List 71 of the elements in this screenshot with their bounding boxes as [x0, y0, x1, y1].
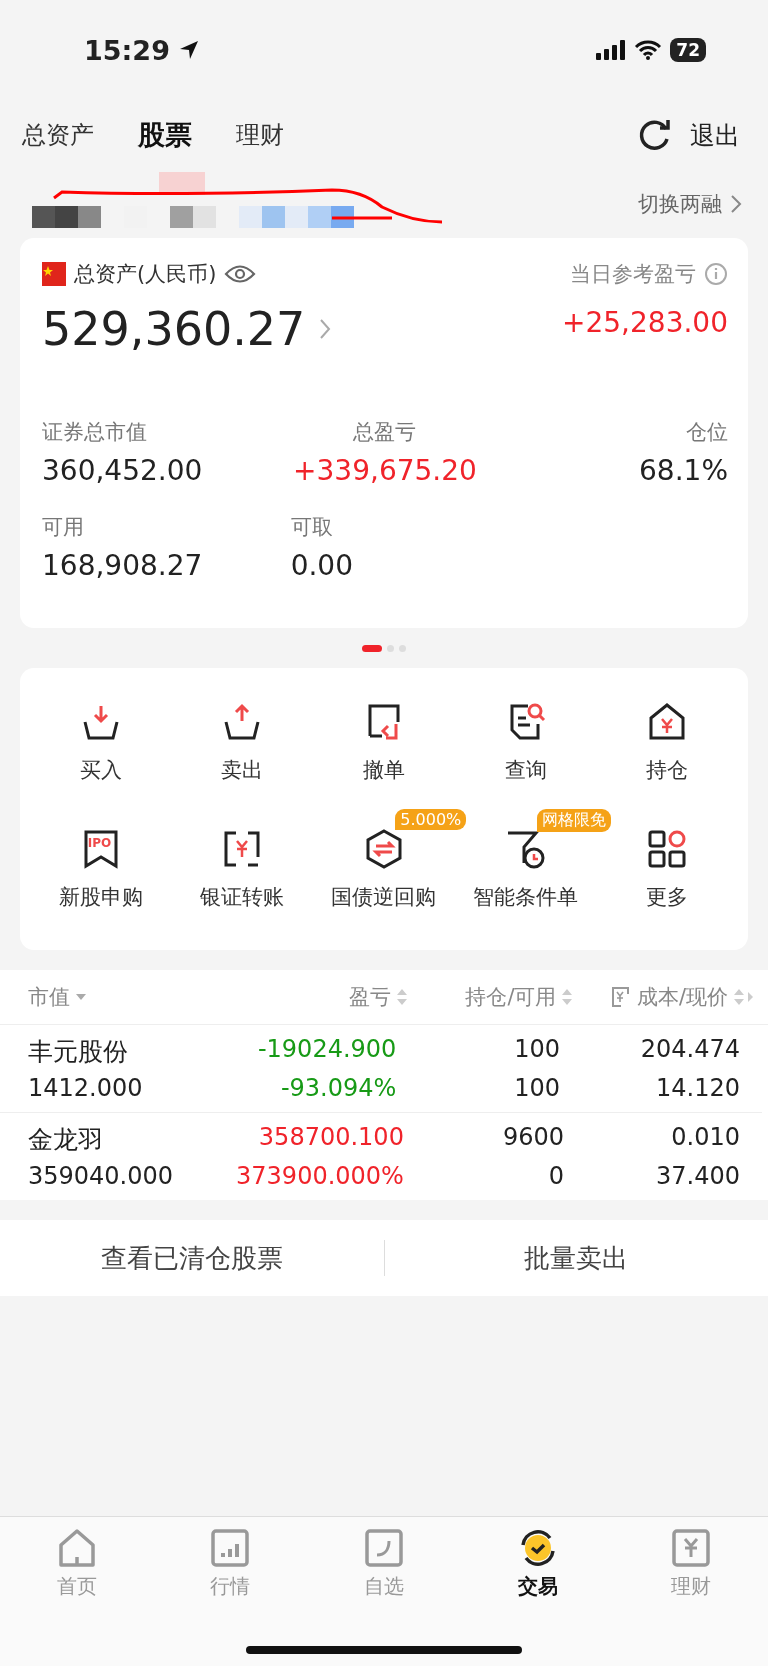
chart-icon: [209, 1527, 252, 1569]
action-button[interactable]: 撤单: [362, 700, 406, 801]
daily-pnl-value: +25,283.00: [562, 305, 728, 339]
stat-value: +339,675.20: [292, 454, 478, 487]
clock-time: 15:29: [84, 34, 170, 66]
table-cell-text: 0: [547, 1162, 565, 1190]
table-cell-text: 358700.100: [257, 1123, 405, 1153]
logout-link[interactable]: 退出: [690, 118, 740, 152]
action-button[interactable]: 银证转账: [200, 827, 285, 928]
table-cell-text: 0.010: [670, 1123, 741, 1153]
action-button[interactable]: 查询: [503, 700, 548, 801]
stat-label: 仓位: [685, 419, 728, 446]
flag-icon: [42, 262, 66, 286]
table-cell-text: 373900.000%: [236, 1162, 405, 1190]
table-cell-text: 14.120: [655, 1074, 741, 1102]
chevron-right-icon[interactable]: [319, 318, 332, 340]
table-cell-text: 100: [513, 1035, 561, 1065]
column-header[interactable]: 成本/现价: [636, 983, 728, 1011]
table-cell-text: 100: [513, 1074, 561, 1102]
action-button[interactable]: 持仓: [645, 700, 690, 801]
stat-label: 可用: [42, 514, 85, 541]
daily-pnl-label: 当日参考盈亏: [570, 261, 696, 288]
dropdown-icon[interactable]: [76, 993, 86, 1001]
promo-badge: 5.000%: [395, 809, 467, 830]
stat-label: 可取: [290, 514, 334, 541]
promo-badge: 网格限免: [536, 809, 611, 832]
column-header[interactable]: 市值: [28, 983, 70, 1011]
stat-label: 总盈亏: [352, 419, 418, 446]
stat-value: 360,452.00: [42, 454, 204, 487]
action-button[interactable]: 更多: [645, 827, 690, 928]
info-icon[interactable]: [704, 262, 728, 286]
table-cell-text: 37.400: [655, 1162, 741, 1190]
table-cell-text: 359040.000: [28, 1162, 175, 1190]
document-yuan-icon[interactable]: [610, 986, 631, 1008]
battery-level: 72: [670, 38, 706, 62]
action-button[interactable]: 国债逆回购: [331, 827, 437, 928]
table-cell-text: -93.094%: [279, 1074, 398, 1102]
stat-value: 0.00: [290, 549, 354, 582]
table-cell-text: -19024.900: [256, 1035, 398, 1065]
stat-value: 168,908.27: [42, 549, 204, 582]
total-assets-value: 529,360.27: [42, 302, 306, 356]
header-tab[interactable]: 理财: [236, 119, 284, 151]
wifi-icon: [634, 40, 663, 60]
switch-margin-link[interactable]: 切换两融: [638, 190, 742, 218]
chevron-right-icon[interactable]: [730, 194, 742, 214]
table-cell-text: 204.474: [639, 1035, 741, 1065]
action-button[interactable]: 买入: [78, 700, 123, 801]
header-tab[interactable]: 股票: [138, 117, 192, 153]
yuan-icon: [670, 1527, 713, 1569]
asset-title: 总资产(人民币): [74, 261, 217, 288]
column-header[interactable]: 盈亏: [349, 983, 392, 1011]
column-header[interactable]: 持仓/可用: [465, 983, 557, 1011]
sort-icon[interactable]: [734, 989, 754, 1005]
table-cell-text: 9600: [501, 1123, 565, 1153]
table-cell-text: 1412.000: [28, 1074, 144, 1102]
square-curve-icon: [363, 1527, 405, 1569]
sort-icon[interactable]: [397, 989, 408, 1005]
action-button[interactable]: 卖出: [220, 700, 265, 801]
stat-label: 证券总市值: [42, 419, 148, 446]
icon-label: IPO: [87, 836, 112, 850]
stock-name: 丰元股份: [28, 1036, 129, 1068]
sort-icon[interactable]: [562, 989, 573, 1005]
header-tab[interactable]: 总资产: [22, 119, 94, 151]
signal-icon: [596, 40, 627, 60]
stock-name: 金龙羽: [28, 1124, 104, 1156]
nav-tab[interactable]: 交易: [460, 1517, 615, 1607]
stat-value: 68.1%: [638, 454, 728, 487]
footer-button[interactable]: 查看已清仓股票: [0, 1220, 384, 1296]
action-button[interactable]: IPO 新股申购: [58, 827, 143, 928]
eye-icon[interactable]: [224, 263, 257, 285]
footer-button[interactable]: 批量卖出: [384, 1220, 768, 1296]
